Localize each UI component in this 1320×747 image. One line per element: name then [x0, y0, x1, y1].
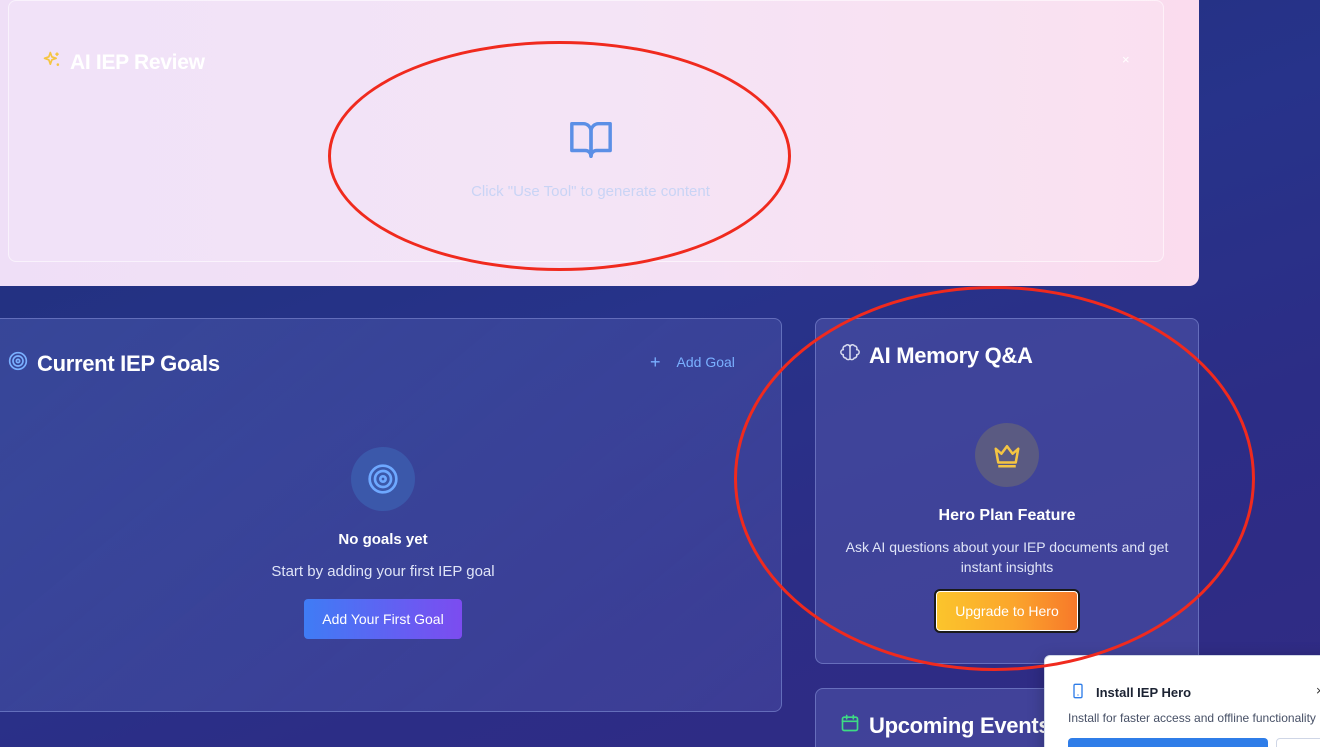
install-description: Install for faster access and offline fu…	[1068, 711, 1316, 725]
review-title-text: AI IEP Review	[70, 51, 205, 74]
add-goal-button[interactable]: + Add Goal	[650, 353, 735, 371]
review-title: AI IEP Review	[42, 50, 205, 76]
empty-goals-target-icon	[351, 447, 415, 511]
no-goals-subtext: Start by adding your first IEP goal	[271, 563, 495, 580]
memory-title: AI Memory Q&A	[840, 343, 1033, 369]
goals-title: Current IEP Goals	[8, 351, 220, 377]
memory-title-text: AI Memory Q&A	[869, 343, 1033, 368]
events-title-text: Upcoming Events	[869, 713, 1051, 738]
not-now-button[interactable]	[1276, 738, 1320, 747]
brain-icon	[840, 343, 860, 369]
install-title: Install IEP Hero	[1070, 682, 1191, 703]
hero-feature-description: Ask AI questions about your IEP document…	[845, 539, 1169, 575]
add-first-goal-button[interactable]: Add Your First Goal	[304, 599, 462, 639]
install-close-icon[interactable]: ×	[1316, 683, 1320, 698]
install-title-text: Install IEP Hero	[1096, 685, 1192, 700]
sparkle-icon	[42, 50, 62, 76]
iep-goals-card	[0, 318, 782, 712]
close-icon[interactable]: ×	[1122, 52, 1130, 67]
upgrade-to-hero-button[interactable]: Upgrade to Hero	[934, 589, 1080, 633]
install-button[interactable]	[1068, 738, 1268, 747]
smartphone-icon	[1070, 682, 1086, 703]
calendar-icon	[840, 713, 860, 739]
plus-icon: +	[650, 352, 661, 372]
no-goals-heading: No goals yet	[338, 531, 428, 548]
crown-icon	[975, 423, 1039, 487]
generate-hint: Click "Use Tool" to generate content	[471, 183, 710, 200]
book-open-icon	[566, 116, 616, 167]
hero-feature-title: Hero Plan Feature	[938, 507, 1076, 524]
events-title: Upcoming Events	[840, 713, 1051, 739]
target-icon	[8, 351, 28, 377]
goals-title-text: Current IEP Goals	[37, 351, 220, 376]
add-goal-label: Add Goal	[676, 354, 735, 370]
